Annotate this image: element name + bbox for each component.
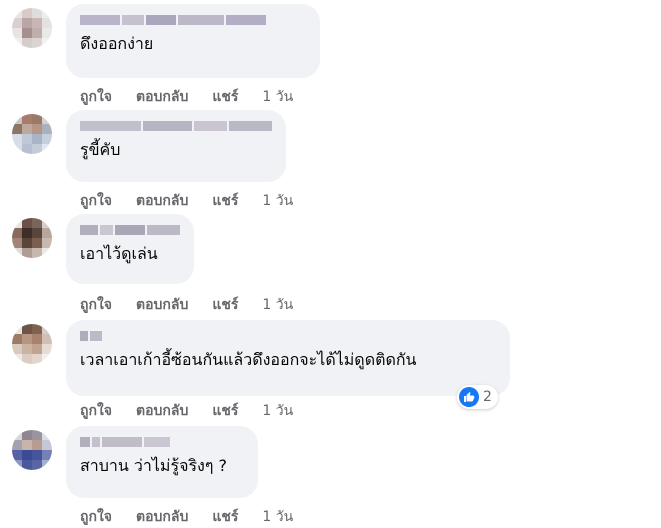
share-link[interactable]: แชร์ [212, 86, 238, 108]
like-link[interactable]: ถูกใจ [80, 86, 112, 108]
comment-text: เอาไว้ดูเล่น [80, 244, 158, 263]
author-name-blurred[interactable] [80, 436, 244, 448]
reply-link[interactable]: ตอบกลับ [136, 400, 188, 422]
author-name-blurred[interactable] [80, 330, 496, 342]
timestamp[interactable]: 1 วัน [262, 86, 293, 108]
reply-link[interactable]: ตอบกลับ [136, 86, 188, 108]
reply-link[interactable]: ตอบกลับ [136, 294, 188, 316]
author-name-blurred[interactable] [80, 224, 180, 236]
comment-bubble: เอาไว้ดูเล่น [66, 214, 194, 284]
share-link[interactable]: แชร์ [212, 400, 238, 422]
timestamp[interactable]: 1 วัน [262, 506, 293, 528]
like-link[interactable]: ถูกใจ [80, 294, 112, 316]
like-link[interactable]: ถูกใจ [80, 400, 112, 422]
avatar[interactable] [12, 8, 52, 48]
timestamp[interactable]: 1 วัน [262, 190, 293, 212]
avatar[interactable] [12, 430, 52, 470]
share-link[interactable]: แชร์ [212, 190, 238, 212]
like-link[interactable]: ถูกใจ [80, 190, 112, 212]
timestamp[interactable]: 1 วัน [262, 400, 293, 422]
avatar[interactable] [12, 324, 52, 364]
like-link[interactable]: ถูกใจ [80, 506, 112, 528]
avatar[interactable] [12, 114, 52, 154]
comment-text: สาบาน ว่าไม่รู้จริงๆ ? [80, 456, 228, 475]
comment-text: รูขี้คับ [80, 140, 121, 159]
comment-bubble: ดึงออกง่าย [66, 4, 320, 78]
avatar[interactable] [12, 218, 52, 258]
share-link[interactable]: แชร์ [212, 294, 238, 316]
reaction-count[interactable]: 2 [457, 385, 498, 409]
reply-link[interactable]: ตอบกลับ [136, 190, 188, 212]
reaction-total: 2 [483, 389, 492, 405]
reply-link[interactable]: ตอบกลับ [136, 506, 188, 528]
share-link[interactable]: แชร์ [212, 506, 238, 528]
author-name-blurred[interactable] [80, 120, 272, 132]
comment-bubble: รูขี้คับ [66, 110, 286, 182]
comment-text: ดึงออกง่าย [80, 34, 154, 53]
comment-text: เวลาเอาเก้าอี้ซ้อนกันแล้วดึงออกจะได้ไม่ด… [80, 350, 417, 369]
timestamp[interactable]: 1 วัน [262, 294, 293, 316]
comment-bubble: สาบาน ว่าไม่รู้จริงๆ ? [66, 426, 258, 498]
comment-bubble: เวลาเอาเก้าอี้ซ้อนกันแล้วดึงออกจะได้ไม่ด… [66, 320, 510, 396]
like-icon [459, 387, 479, 407]
author-name-blurred[interactable] [80, 14, 306, 26]
